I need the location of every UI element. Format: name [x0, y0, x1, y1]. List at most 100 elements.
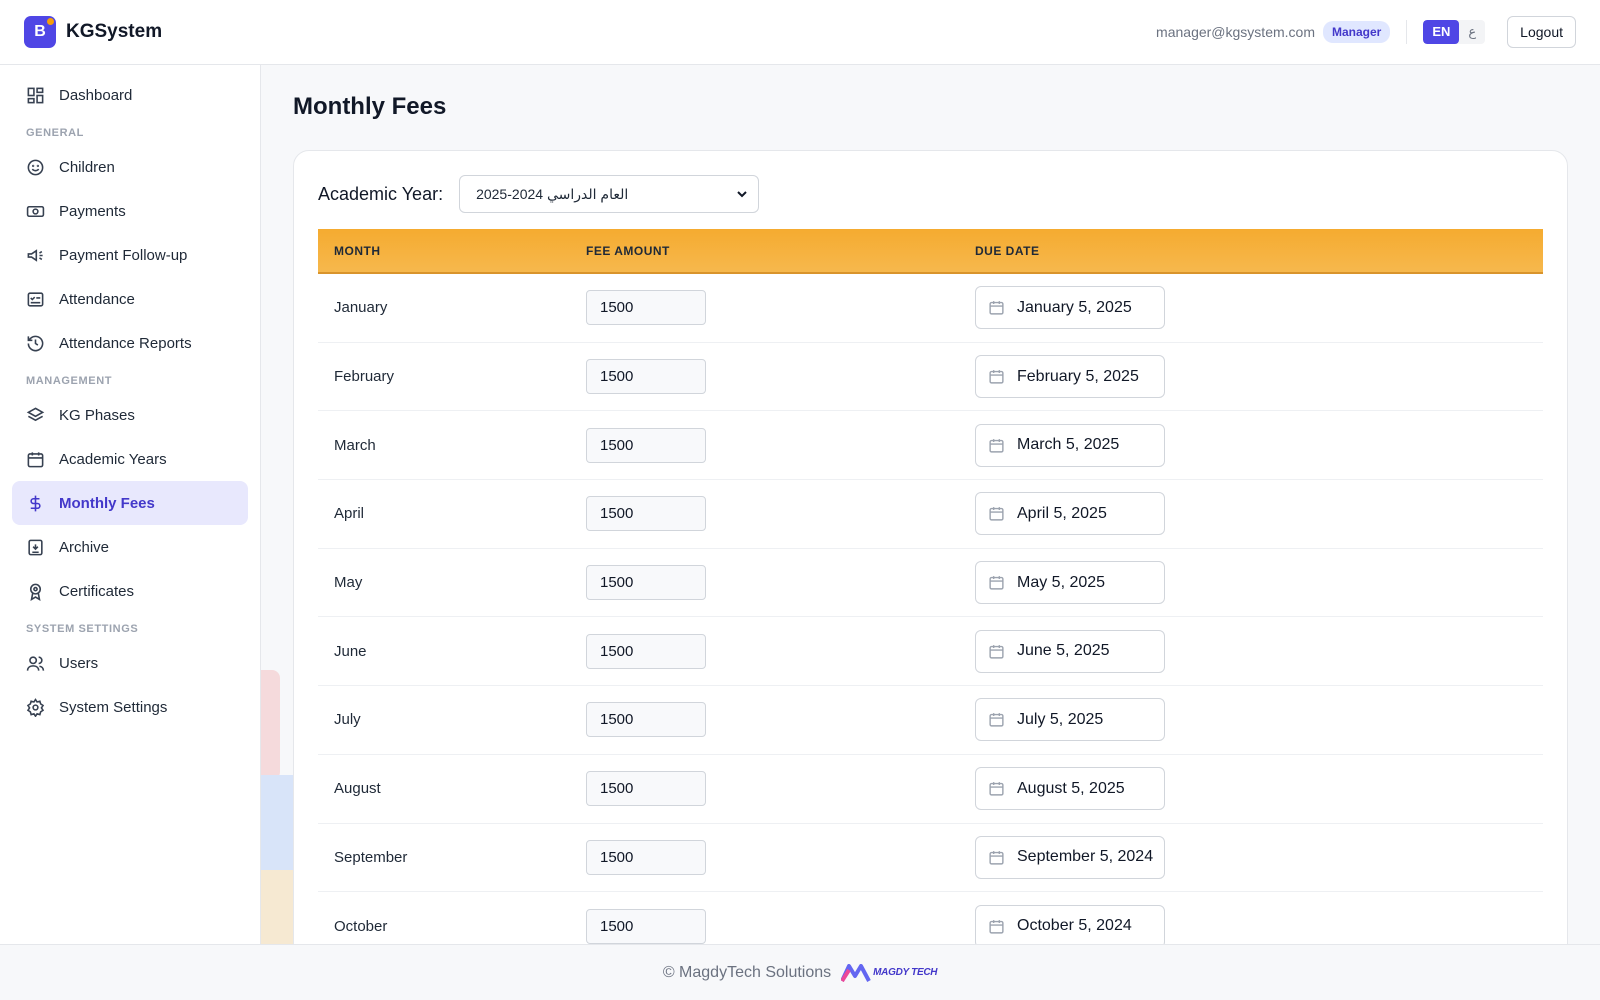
due-date-picker[interactable]: October 5, 2024 [975, 904, 1165, 948]
table-row: March 1500 March 5, 2025 [318, 411, 1543, 481]
fee-amount-input[interactable]: 1500 [586, 496, 706, 532]
app-name: KGSystem [66, 21, 163, 42]
sidebar-item-payments[interactable]: Payments [12, 189, 248, 233]
sidebar-item-children[interactable]: Children [12, 145, 248, 189]
due-date-picker[interactable]: January 5, 2025 [975, 286, 1165, 330]
fee-amount-cell: 1500 [586, 702, 975, 738]
sidebar-item-label: Payment Follow-up [59, 246, 188, 264]
brand-logo: B [24, 16, 56, 48]
due-date-value: June 5, 2025 [1017, 642, 1110, 660]
calendar-icon [989, 370, 1004, 384]
month-cell: March [334, 436, 376, 454]
fee-amount-input[interactable]: 1500 [586, 290, 706, 326]
fee-amount-input[interactable]: 1500 [586, 427, 706, 463]
due-date-cell: June 5, 2025 [975, 629, 1543, 673]
lang-ar-button[interactable]: ع [1459, 20, 1485, 44]
dollar-icon [30, 495, 41, 511]
due-date-picker[interactable]: June 5, 2025 [975, 629, 1165, 673]
sidebar-item-archive[interactable]: Archive [12, 525, 248, 569]
users-icon [26, 655, 45, 671]
fees-table: MONTH FEE AMOUNT DUE DATE January 1500 Jan… [318, 229, 1543, 961]
fee-amount-input[interactable]: 1500 [586, 633, 706, 669]
fee-amount-cell: 1500 [586, 359, 975, 395]
due-date-picker[interactable]: May 5, 2025 [975, 561, 1165, 605]
due-date-picker[interactable]: February 5, 2025 [975, 355, 1165, 399]
calendar-icon [989, 782, 1004, 796]
table-header: MONTH FEE AMOUNT DUE DATE [318, 229, 1543, 274]
fee-amount-input[interactable]: 1500 [586, 702, 706, 738]
due-date-cell: January 5, 2025 [975, 286, 1543, 330]
brand[interactable]: B KGSystem [24, 16, 162, 48]
brand-logo-letter: B [34, 23, 46, 40]
calendar-icon [27, 451, 44, 467]
archive-icon [28, 539, 43, 555]
fee-amount-cell: 1500 [586, 908, 975, 944]
calendar-icon [989, 301, 1004, 315]
sidebar-item-dashboard[interactable]: Dashboard [12, 73, 248, 117]
sidebar-item-attendance-reports[interactable]: Attendance Reports [12, 321, 248, 365]
due-date-value: January 5, 2025 [1017, 298, 1132, 316]
logout-button[interactable]: Logout [1507, 16, 1576, 48]
due-date-cell: August 5, 2025 [975, 767, 1543, 811]
table-body: January 1500 January 5, 2025 February 1500 Fe… [318, 274, 1543, 961]
due-date-picker[interactable]: August 5, 2025 [975, 767, 1165, 811]
fee-amount-input[interactable]: 1500 [586, 771, 706, 807]
sidebar-item-label: Academic Years [59, 450, 167, 468]
sidebar-item-kg-phases[interactable]: KG Phases [12, 393, 248, 437]
sidebar-item-system-settings[interactable]: System Settings [12, 685, 248, 729]
table-row: July 1500 July 5, 2025 [318, 686, 1543, 755]
sidebar-item-label: Archive [59, 538, 110, 556]
calendar-icon [989, 507, 1004, 521]
table-row: September 1500 September 5, 2024 [318, 824, 1543, 893]
fee-amount-input[interactable]: 1500 [586, 565, 706, 601]
sidebar-item-monthly-fees[interactable]: Monthly Fees [12, 481, 248, 525]
due-date-picker[interactable]: March 5, 2025 [975, 423, 1165, 467]
due-date-cell: October 5, 2024 [975, 904, 1543, 948]
sidebar-item-attendance[interactable]: Attendance [12, 277, 248, 321]
main-content: Monthly Fees Academic Year: العام الدراس… [262, 65, 1600, 970]
due-date-picker[interactable]: July 5, 2025 [975, 698, 1165, 742]
sidebar-item-label: Payments [59, 202, 126, 220]
sidebar-item-certificates[interactable]: Certificates [12, 569, 248, 613]
month-cell: May [334, 574, 363, 592]
top-bar: B KGSystem manager@kgsystem.com Manager … [0, 0, 1600, 65]
fees-card: Academic Year: العام الدراسي 2024-2025 M… [293, 150, 1568, 970]
due-date-picker[interactable]: April 5, 2025 [975, 492, 1165, 536]
history-icon [27, 335, 44, 351]
calendar-icon [989, 713, 1004, 728]
due-date-cell: April 5, 2025 [975, 492, 1543, 536]
calendar-icon [989, 438, 1004, 453]
academic-year-select[interactable]: العام الدراسي 2024-2025 [459, 175, 760, 213]
month-cell: October [334, 917, 388, 935]
due-date-cell: March 5, 2025 [975, 423, 1543, 467]
column-header-due-date: DUE DATE [975, 243, 1040, 258]
due-date-value: July 5, 2025 [1017, 710, 1104, 728]
month-cell: January [334, 299, 388, 317]
calendar-icon [989, 576, 1004, 590]
sidebar-item-users[interactable]: Users [12, 641, 248, 685]
sidebar-item-label: Users [59, 654, 99, 672]
due-date-picker[interactable]: September 5, 2024 [975, 835, 1165, 879]
fee-amount-input[interactable]: 1500 [586, 908, 706, 944]
column-header-month: MONTH [334, 243, 381, 258]
lang-en-button[interactable]: EN [1423, 20, 1460, 44]
due-date-value: March 5, 2025 [1017, 436, 1120, 454]
megaphone-icon [27, 248, 43, 262]
page-title: Monthly Fees [293, 93, 447, 120]
smile-icon [27, 159, 44, 175]
fee-amount-input[interactable]: 1500 [586, 839, 706, 875]
sidebar-item-payment-follow-up[interactable]: Payment Follow-up [12, 233, 248, 277]
table-row: February 1500 February 5, 2025 [318, 343, 1543, 412]
month-cell: June [334, 642, 367, 660]
sidebar-item-label: Monthly Fees [59, 494, 155, 512]
nav-section-system-settings: SYSTEM SETTINGS [26, 623, 139, 635]
fee-amount-input[interactable]: 1500 [586, 359, 706, 395]
footer: © MagdyTech Solutions MAGDY TECH [0, 944, 1600, 1000]
dashboard-icon [27, 87, 44, 103]
month-cell: July [334, 711, 361, 729]
calendar-icon [989, 919, 1004, 934]
magdytech-logo-mark [841, 963, 871, 982]
sidebar-item-academic-years[interactable]: Academic Years [12, 437, 248, 481]
magdytech-logo-text: MAGDY TECH [873, 967, 938, 978]
fee-amount-cell: 1500 [586, 496, 975, 532]
